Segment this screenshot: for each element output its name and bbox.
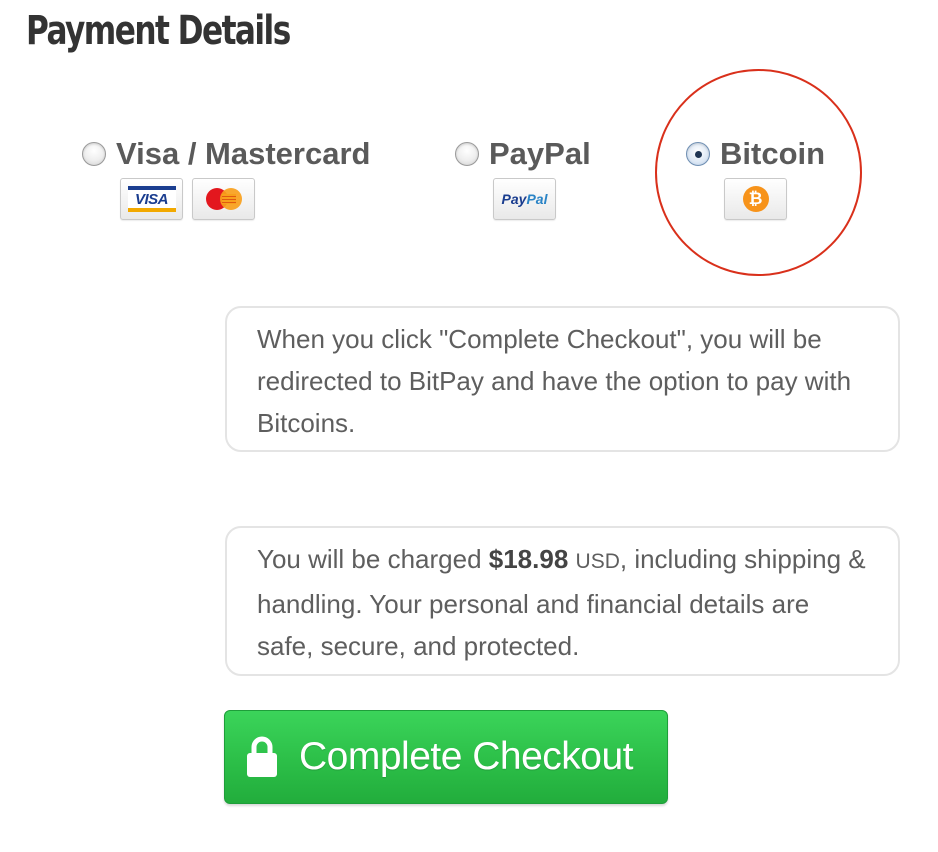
mastercard-card-badge: [192, 178, 255, 220]
paypal-logo-icon: PayPal: [501, 191, 548, 207]
visa-mastercard-radio[interactable]: [82, 142, 106, 166]
paypal-label[interactable]: PayPal: [489, 136, 591, 172]
redirect-notice-text: When you click "Complete Checkout", you …: [257, 324, 852, 438]
payment-option-paypal[interactable]: PayPal PayPal: [455, 136, 591, 220]
payment-option-visa-mastercard[interactable]: Visa / Mastercard VISA: [82, 136, 370, 220]
lock-icon: [247, 736, 277, 777]
mastercard-logo-icon: [205, 188, 242, 210]
visa-mastercard-label[interactable]: Visa / Mastercard: [116, 136, 370, 172]
complete-checkout-button[interactable]: Complete Checkout: [224, 710, 668, 804]
paypal-radio[interactable]: [455, 142, 479, 166]
page-title: Payment Details: [26, 8, 291, 54]
bitcoin-radio[interactable]: [686, 142, 710, 166]
charge-prefix: You will be charged: [257, 544, 489, 574]
bitcoin-logo-icon: ₿: [742, 186, 769, 212]
charge-amount: $18.98: [488, 544, 569, 574]
charge-notice: You will be charged $18.98 USD, includin…: [225, 526, 900, 676]
redirect-notice: When you click "Complete Checkout", you …: [225, 306, 900, 452]
payment-option-bitcoin[interactable]: Bitcoin ₿: [686, 136, 825, 220]
visa-card-badge: VISA: [120, 178, 183, 220]
bitcoin-label[interactable]: Bitcoin: [720, 136, 825, 172]
bitcoin-card-badge: ₿: [724, 178, 787, 220]
visa-logo-icon: VISA: [127, 186, 176, 212]
charge-currency: USD: [575, 550, 620, 573]
complete-checkout-label[interactable]: Complete Checkout: [299, 735, 634, 779]
paypal-card-badge: PayPal: [493, 178, 556, 220]
